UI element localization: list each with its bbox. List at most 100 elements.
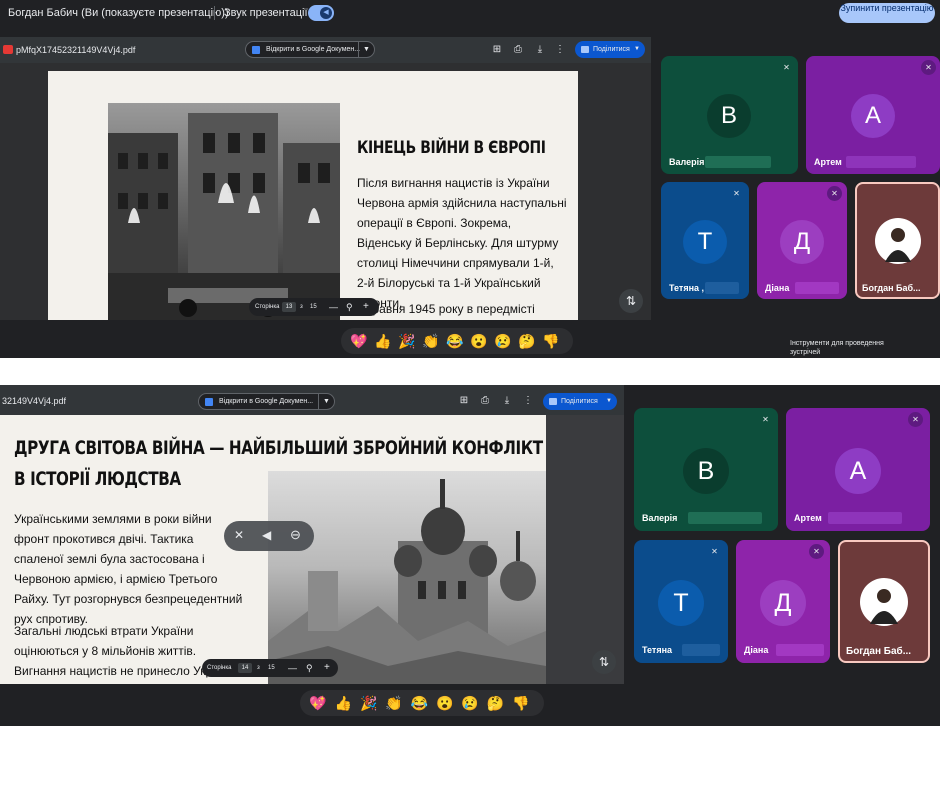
person-photo [885, 228, 911, 262]
more-icon[interactable]: ⋮ [521, 394, 535, 408]
name-suffix [795, 282, 839, 294]
reactions-bar: 💖 👍 🎉 👏 😂 😮 😢 🤔 👎 [341, 328, 573, 354]
participant-name: Тетяна [642, 645, 673, 655]
name-suffix [776, 644, 824, 656]
participant-tile-valeriia[interactable]: В Валерія ✕ [634, 408, 778, 531]
reaction-button[interactable]: 😢 [460, 693, 480, 713]
reaction-button[interactable]: 😮 [435, 693, 455, 713]
participant-name: Діана [765, 283, 790, 293]
participant-tile-valeriia[interactable]: В Валерія ✕ [661, 56, 798, 174]
zoom-in-icon[interactable]: + [324, 659, 330, 677]
minus-circle-icon[interactable]: ⊖ [290, 527, 301, 543]
page-total: 15 [310, 304, 317, 310]
reaction-button[interactable]: 🤔 [517, 331, 537, 351]
meeting-tools-tooltip: Інструменти для проведення зустрічей [790, 340, 884, 356]
chevron-down-icon[interactable]: ▼ [318, 394, 334, 409]
participant-name: Валерія [669, 157, 705, 167]
avatar: Д [760, 580, 806, 626]
slide-body-paragraph-1: Українськими землями в роки війни фронт … [14, 512, 243, 626]
reaction-button[interactable]: 😢 [493, 331, 513, 351]
share-button[interactable]: Поділитися ▼ [543, 393, 617, 410]
pdf-viewer: 32149V4Vj4.pdf Відкрити в Google Докумен… [0, 385, 624, 684]
participant-tile-tetiana[interactable]: Т Тетяна ✕ [634, 540, 728, 663]
reaction-button[interactable]: 💖 [308, 693, 328, 713]
reaction-button[interactable]: 👎 [541, 331, 561, 351]
reaction-button[interactable]: 😮 [469, 331, 489, 351]
zoom-out-icon[interactable]: — [288, 659, 297, 677]
mic-off-icon: ✕ [809, 544, 824, 559]
presentation-bar: Богдан Бабич (Ви (показуєте презентацію)… [0, 0, 940, 27]
mic-off-icon[interactable]: ✕ [234, 528, 244, 542]
participant-tile-diana[interactable]: Д Діана ✕ [736, 540, 830, 663]
share-icon [549, 398, 557, 405]
name-suffix [705, 156, 771, 168]
swap-icon[interactable]: ⇅ [619, 289, 643, 313]
mic-off-icon: ✕ [783, 63, 790, 72]
chevron-down-icon[interactable]: ▼ [358, 42, 374, 57]
chevron-down-icon: ▼ [634, 46, 640, 52]
reaction-button[interactable]: 👍 [373, 331, 393, 351]
avatar: А [851, 94, 895, 138]
pdf-filename: pMfqX17452321149V4Vj4.pdf [16, 45, 136, 55]
reaction-button[interactable]: 🤔 [485, 693, 505, 713]
participant-tile-bohdan[interactable]: Богдан Баб... [855, 182, 940, 299]
slide-heading: КІНЕЦЬ ВІЙНИ В ЄВРОПІ [357, 138, 546, 158]
reaction-button[interactable]: 💖 [349, 331, 369, 351]
open-in-google-docs-button[interactable]: Відкрити в Google Докумен... ▼ [198, 393, 335, 410]
participant-tile-diana[interactable]: Д Діана ✕ [757, 182, 847, 299]
reaction-button[interactable]: 👏 [421, 331, 441, 351]
participant-name: Діана [744, 645, 769, 655]
pdf-toolbar: 32149V4Vj4.pdf Відкрити в Google Докумен… [0, 385, 624, 415]
zoom-out-icon[interactable]: — [329, 298, 338, 316]
download-icon[interactable]: ⤓ [500, 394, 514, 408]
page-controls: Сторінка 13 з 15 — ⚲ + [249, 298, 379, 316]
comment-icon[interactable]: ⊞ [490, 43, 504, 57]
search-icon[interactable]: ⚲ [346, 298, 353, 316]
page-total: 15 [268, 665, 275, 671]
participant-name: Валерія [642, 513, 678, 523]
zoom-in-icon[interactable]: + [363, 298, 369, 316]
presenter-label: Богдан Бабич (Ви (показуєте презентацію)… [8, 7, 229, 19]
avatar: А [835, 448, 881, 494]
comment-icon[interactable]: ⊞ [457, 394, 471, 408]
more-icon[interactable]: ⋮ [553, 43, 567, 57]
download-icon[interactable]: ⤓ [533, 43, 547, 57]
search-icon[interactable]: ⚲ [306, 659, 313, 677]
reaction-button[interactable]: 👎 [511, 693, 531, 713]
participant-tile-tetiana[interactable]: Т Тетяна , ✕ [661, 182, 749, 299]
page-of: з [300, 304, 303, 310]
avatar-photo [875, 218, 921, 264]
presentation-sound-toggle[interactable]: ◀ [308, 5, 334, 21]
name-suffix [828, 512, 902, 524]
reaction-button[interactable]: 🎉 [397, 331, 417, 351]
stop-presenting-button[interactable]: Зупинити презентацію [839, 3, 935, 23]
volume-icon[interactable]: ◀ [262, 528, 271, 542]
reaction-button[interactable]: 👍 [333, 693, 353, 713]
participant-tile-artem[interactable]: А Артем ✕ [806, 56, 940, 174]
participant-tile-bohdan[interactable]: Богдан Баб... [838, 540, 930, 663]
participant-name: Богдан Баб... [846, 646, 912, 657]
chevron-down-icon: ▼ [606, 398, 612, 404]
reaction-button[interactable]: 🎉 [359, 693, 379, 713]
reaction-button[interactable]: 👏 [384, 693, 404, 713]
participant-tile-artem[interactable]: А Артем ✕ [786, 408, 930, 531]
share-label: Поділитися [593, 46, 630, 53]
volume-icon: ◀ [320, 7, 332, 19]
page-number-input[interactable]: 14 [238, 663, 252, 673]
print-icon[interactable]: ⎙ [478, 394, 492, 408]
swap-icon[interactable]: ⇅ [592, 650, 616, 674]
mic-off-icon: ✕ [711, 547, 718, 556]
reaction-button[interactable]: 😂 [445, 331, 465, 351]
print-icon[interactable]: ⎙ [511, 43, 525, 57]
avatar: Т [683, 220, 727, 264]
reaction-button[interactable]: 😂 [409, 693, 429, 713]
open-in-google-docs-button[interactable]: Відкрити в Google Докумен... ▼ [245, 41, 375, 58]
page-number-input[interactable]: 13 [282, 302, 296, 312]
mic-off-icon: ✕ [908, 412, 923, 427]
name-suffix [688, 512, 762, 524]
google-docs-icon [205, 398, 213, 406]
share-button[interactable]: Поділитися ▼ [575, 41, 645, 58]
share-icon [581, 46, 589, 53]
participant-name: Артем [814, 157, 842, 167]
avatar: В [683, 448, 729, 494]
